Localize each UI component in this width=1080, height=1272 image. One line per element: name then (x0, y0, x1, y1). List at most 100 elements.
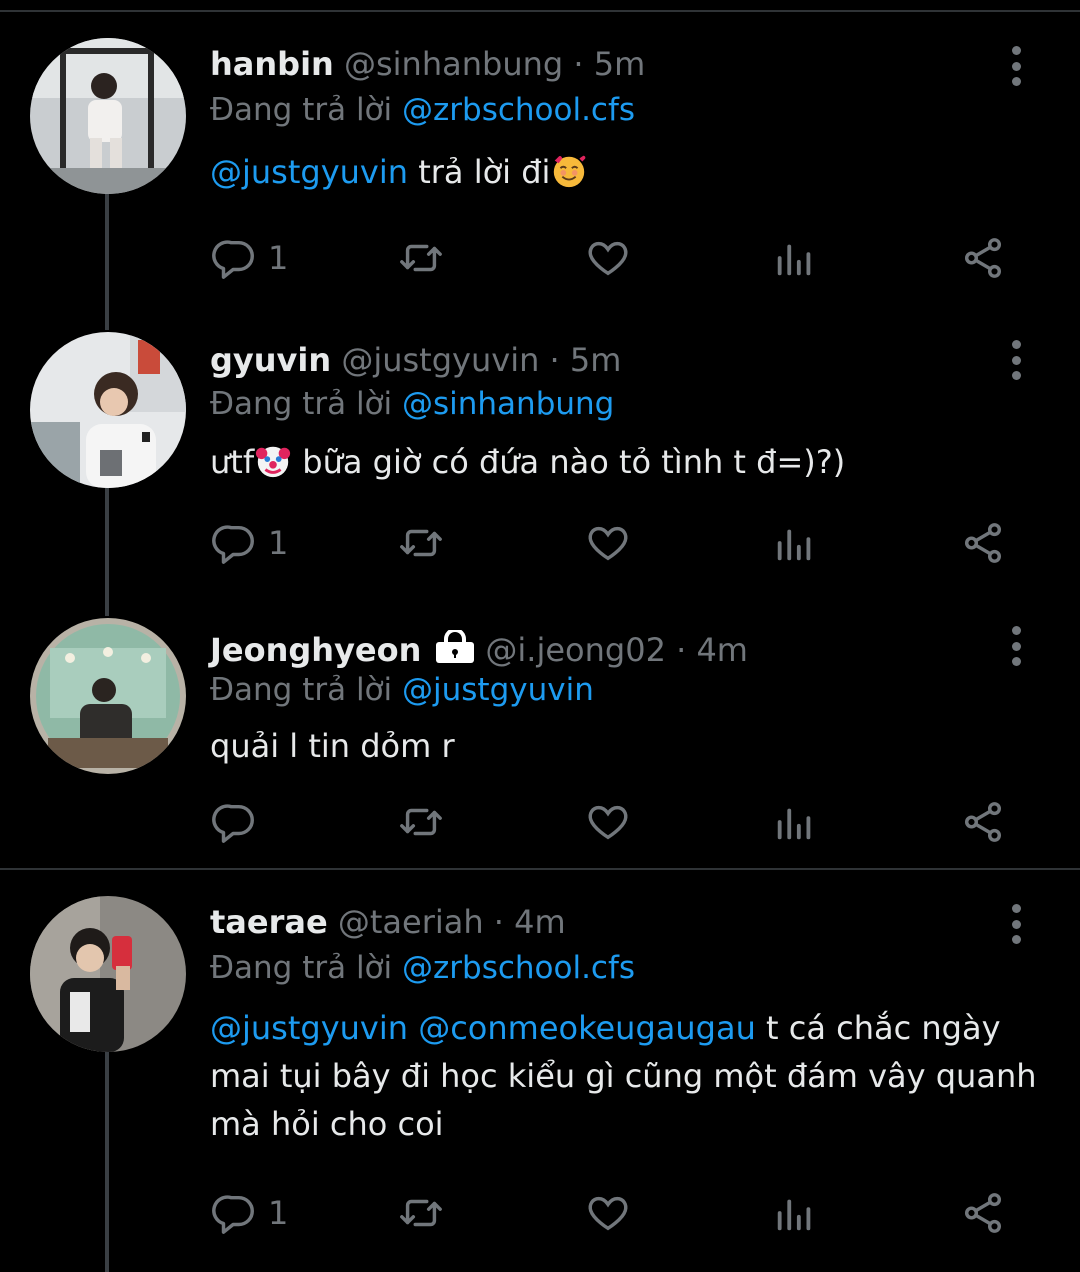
tweet-text-content: quải l tin dỏm r (210, 727, 455, 765)
reply-icon (212, 525, 254, 564)
retweet-icon (400, 244, 442, 272)
share-button[interactable] (960, 233, 1006, 283)
replying-to-link[interactable]: @sinhanbung (402, 386, 614, 422)
replying-to: Đang trả lời @justgyuvin (210, 670, 594, 710)
like-button[interactable] (585, 1188, 631, 1238)
action-bar: 1 (0, 518, 1080, 568)
retweet-button[interactable] (398, 233, 444, 283)
views-icon (777, 1199, 811, 1231)
more-options-button[interactable] (1002, 340, 1030, 380)
avatar[interactable] (30, 618, 186, 774)
views-icon (777, 244, 811, 276)
views-button[interactable] (772, 797, 818, 847)
views-icon (777, 808, 811, 840)
tweet[interactable]: Jeonghyeon @i.jeong02 · 4m Đang trả lời @… (0, 590, 1080, 868)
replying-to-link[interactable]: @justgyuvin (402, 672, 594, 708)
dot (1011, 657, 1021, 666)
display-name[interactable]: gyuvin (210, 341, 331, 379)
user-handle[interactable]: @justgyuvin (341, 341, 539, 379)
heart-icon (588, 526, 628, 561)
reply-button[interactable]: 1 (212, 1188, 288, 1238)
share-icon (964, 1193, 1002, 1233)
share-button[interactable] (960, 518, 1006, 568)
heart-icon (588, 805, 628, 840)
views-button[interactable] (772, 1188, 818, 1238)
tweet-text-content: bữa giờ có đứa nào tỏ tình t đ=)?) (292, 443, 846, 481)
avatar-photo (30, 896, 186, 1052)
retweet-button[interactable] (398, 1188, 444, 1238)
views-icon (777, 529, 811, 561)
dot (1011, 641, 1021, 651)
share-icon (964, 238, 1002, 278)
reply-count: 1 (268, 524, 289, 562)
tweet[interactable]: hanbin @sinhanbung · 5m Đang trả lời @zr… (0, 0, 1080, 300)
replying-to-link[interactable]: @zrbschool.cfs (402, 950, 635, 986)
avatar[interactable] (30, 332, 186, 488)
replying-label: Đang trả lời (210, 950, 393, 986)
replying-to: Đang trả lời @zrbschool.cfs (210, 948, 635, 988)
display-name[interactable]: taerae (210, 903, 328, 941)
like-button[interactable] (585, 797, 631, 847)
reply-button[interactable]: 1 (212, 233, 288, 283)
share-button[interactable] (960, 797, 1006, 847)
dot (1011, 371, 1021, 380)
more-vertical-icon (1011, 626, 1021, 635)
lock-icon (436, 628, 475, 663)
more-options-button[interactable] (1002, 626, 1030, 666)
display-name[interactable]: Jeonghyeon (210, 631, 421, 669)
smiling-face-with-hearts-icon (554, 155, 586, 188)
avatar-photo (30, 618, 186, 774)
reply-count: 1 (268, 1194, 289, 1232)
retweet-button[interactable] (398, 518, 444, 568)
views-button[interactable] (772, 233, 818, 283)
like-button[interactable] (585, 518, 631, 568)
separator-dot: · (573, 45, 584, 83)
action-bar: 1 (0, 1188, 1080, 1238)
replying-label: Đang trả lời (210, 386, 393, 422)
more-options-button[interactable] (1002, 904, 1030, 944)
timestamp[interactable]: 5m (594, 45, 646, 83)
tweet[interactable]: taerae @taeriah · 4m Đang trả lời @zrbsc… (0, 870, 1080, 1272)
replying-to: Đang trả lời @zrbschool.cfs (210, 90, 635, 130)
tweet-text-content: trả lời đi (408, 153, 551, 191)
retweet-icon (400, 808, 442, 836)
more-vertical-icon (1011, 46, 1021, 55)
user-handle[interactable]: @sinhanbung (344, 45, 563, 83)
mention-link[interactable]: @justgyuvin (210, 1009, 408, 1047)
separator-dot: · (493, 903, 504, 941)
timestamp[interactable]: 5m (570, 341, 622, 379)
more-options-button[interactable] (1002, 46, 1030, 86)
replying-label: Đang trả lời (210, 672, 393, 708)
reply-icon (212, 1195, 254, 1234)
more-vertical-icon (1011, 904, 1021, 913)
heart-icon (588, 1196, 628, 1231)
user-handle[interactable]: @taeriah (338, 903, 484, 941)
separator-dot: · (549, 341, 560, 379)
reply-button[interactable]: 1 (212, 518, 288, 568)
retweet-icon (400, 1199, 442, 1227)
tweet-text: ưtf bữa giờ có đứa nào tỏ tình t đ=)?) (210, 438, 1040, 486)
dot (1011, 355, 1021, 365)
share-button[interactable] (960, 1188, 1006, 1238)
share-icon (964, 523, 1002, 563)
mention-link[interactable]: @conmeokeugaugau (418, 1009, 756, 1047)
protected-account-badge (435, 628, 475, 673)
display-name[interactable]: hanbin (210, 45, 334, 83)
timestamp[interactable]: 4m (696, 631, 748, 669)
tweet-text: @justgyuvin @conmeokeugaugau t cá chắc n… (210, 1004, 1040, 1148)
avatar[interactable] (30, 896, 186, 1052)
views-button[interactable] (772, 518, 818, 568)
timestamp[interactable]: 4m (514, 903, 566, 941)
retweet-icon (400, 529, 442, 557)
replying-to-link[interactable]: @zrbschool.cfs (402, 92, 635, 128)
tweet-text: @justgyuvin trả lời đi (210, 148, 1040, 196)
retweet-button[interactable] (398, 797, 444, 847)
mention-link[interactable]: @justgyuvin (210, 153, 408, 191)
tweet[interactable]: gyuvin @justgyuvin · 5m Đang trả lời @si… (0, 300, 1080, 590)
like-button[interactable] (585, 233, 631, 283)
action-bar: 1 (0, 233, 1080, 283)
avatar-photo (30, 38, 186, 194)
user-handle[interactable]: @i.jeong02 (485, 631, 666, 669)
reply-button[interactable] (212, 797, 268, 847)
avatar[interactable] (30, 38, 186, 194)
